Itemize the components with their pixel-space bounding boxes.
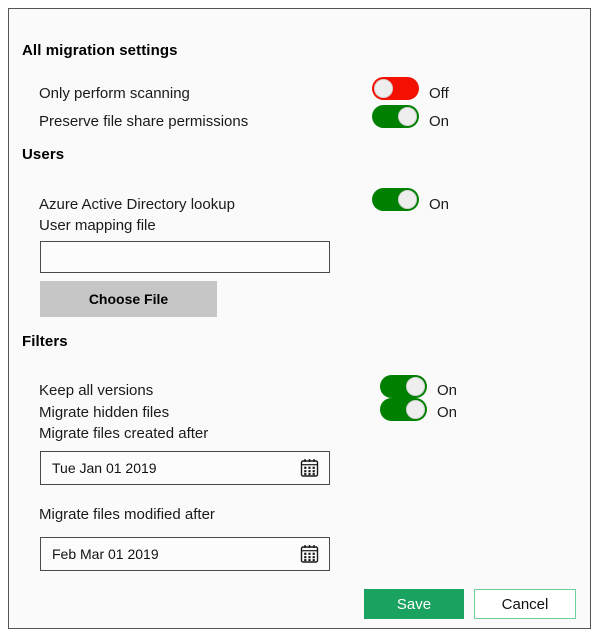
migration-settings-dialog: All migration settings Only perform scan… [8,8,591,629]
toggle-knob [398,190,417,209]
label-migrate-files-created-after: Migrate files created after [39,425,209,442]
toggle-state-only-perform-scanning: Off [429,85,449,102]
calendar-icon[interactable] [299,544,320,565]
toggle-migrate-hidden-files[interactable] [380,398,427,421]
migrate-files-modified-after-date-field[interactable]: Feb Mar 01 2019 [40,537,330,571]
section-title-users: Users [22,146,65,163]
created-after-date-value: Tue Jan 01 2019 [52,460,157,476]
toggle-state-preserve-file-share-permissions: On [429,113,450,130]
toggle-only-perform-scanning[interactable] [372,77,419,100]
choose-file-button[interactable]: Choose File [40,281,217,317]
toggle-preserve-file-share-permissions[interactable] [372,105,419,128]
label-migrate-hidden-files: Migrate hidden files [39,404,170,421]
toggle-azure-active-directory-lookup[interactable] [372,188,419,211]
label-user-mapping-file: User mapping file [39,217,156,234]
toggle-knob [406,377,425,396]
user-mapping-file-input[interactable] [40,241,330,273]
migrate-files-created-after-date-field[interactable]: Tue Jan 01 2019 [40,451,330,485]
label-migrate-files-modified-after: Migrate files modified after [39,506,215,523]
toggle-state-keep-all-versions: On [437,382,458,399]
label-only-perform-scanning: Only perform scanning [39,85,190,102]
section-title-filters: Filters [22,333,68,350]
label-azure-active-directory-lookup: Azure Active Directory lookup [39,196,235,213]
save-button[interactable]: Save [364,589,464,619]
modified-after-date-value: Feb Mar 01 2019 [52,546,159,562]
label-keep-all-versions: Keep all versions [39,382,154,399]
calendar-icon[interactable] [299,458,320,479]
cancel-button[interactable]: Cancel [474,589,576,619]
toggle-knob [374,79,393,98]
label-preserve-file-share-permissions: Preserve file share permissions [39,113,249,130]
toggle-knob [406,400,425,419]
section-title-all-migration-settings: All migration settings [22,42,178,59]
toggle-knob [398,107,417,126]
toggle-keep-all-versions[interactable] [380,375,427,398]
toggle-state-migrate-hidden-files: On [437,404,458,421]
toggle-state-azure-active-directory-lookup: On [429,196,450,213]
